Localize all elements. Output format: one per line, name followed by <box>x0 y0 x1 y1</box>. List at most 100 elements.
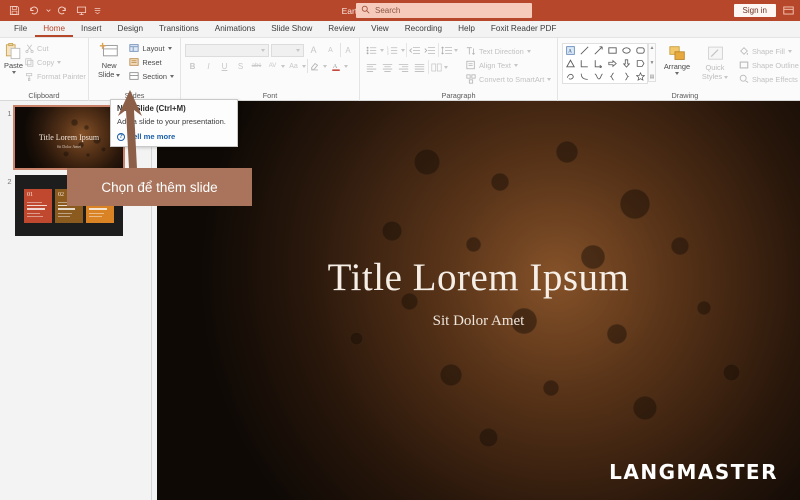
font-size-dropdown-icon[interactable] <box>296 48 300 52</box>
align-right-button[interactable] <box>396 60 411 74</box>
slide-subtitle-text[interactable]: Sit Dolor Amet <box>157 313 800 330</box>
shape-left-brace-icon[interactable] <box>605 70 619 83</box>
bold-button[interactable]: B <box>185 59 200 73</box>
shape-triangle-icon[interactable] <box>563 57 577 70</box>
font-size-input[interactable] <box>271 43 304 57</box>
text-highlight-color-button[interactable] <box>307 59 322 73</box>
shape-scribble-icon[interactable] <box>563 70 577 83</box>
undo-dropdown-icon[interactable] <box>44 2 52 19</box>
decrease-indent-button[interactable] <box>406 43 421 57</box>
tab-foxit-reader-pdf[interactable]: Foxit Reader PDF <box>483 21 565 37</box>
cut-button[interactable]: Cut <box>23 41 88 55</box>
font-name-dropdown-icon[interactable] <box>261 48 265 52</box>
character-spacing-button[interactable]: AV <box>265 59 280 73</box>
tab-transitions[interactable]: Transitions <box>151 21 207 37</box>
change-case-button[interactable]: Aa <box>286 59 301 73</box>
shapes-gallery[interactable]: A <box>562 43 648 84</box>
tab-file[interactable]: File <box>6 21 35 37</box>
text-shadow-button[interactable]: S <box>233 59 248 73</box>
sign-in-button[interactable]: Sign in <box>733 4 776 17</box>
line-spacing-button[interactable] <box>438 43 453 57</box>
shape-fill-dropdown-icon[interactable] <box>787 49 792 53</box>
quick-styles-dropdown-icon[interactable] <box>724 75 729 79</box>
shapes-scroll-up-icon[interactable]: ▲ <box>650 45 655 51</box>
shape-elbow-connector-icon[interactable] <box>577 57 591 70</box>
bullets-dropdown-icon[interactable] <box>380 48 384 52</box>
smartart-dropdown-icon[interactable] <box>547 77 552 81</box>
character-spacing-dropdown-icon[interactable] <box>281 64 285 68</box>
columns-button[interactable] <box>428 60 443 74</box>
shape-oval-icon[interactable] <box>619 44 633 57</box>
section-dropdown-icon[interactable] <box>170 74 174 78</box>
shape-rounded-rectangle-icon[interactable] <box>633 44 647 57</box>
redo-icon[interactable] <box>54 2 71 19</box>
tab-animations[interactable]: Animations <box>207 21 264 37</box>
shape-right-brace-icon[interactable] <box>619 70 633 83</box>
tab-view[interactable]: View <box>363 21 397 37</box>
arrange-button[interactable]: Arrange <box>659 43 695 75</box>
align-center-button[interactable] <box>380 60 395 74</box>
bullets-button[interactable] <box>364 43 379 57</box>
shape-elbow-arrow-icon[interactable] <box>591 57 605 70</box>
shapes-scroll-down-icon[interactable]: ▼ <box>650 60 655 66</box>
increase-font-size-button[interactable]: A <box>306 43 321 57</box>
shape-rectangle-icon[interactable] <box>605 44 619 57</box>
tab-slide-show[interactable]: Slide Show <box>263 21 320 37</box>
clear-formatting-button[interactable]: A <box>340 43 355 57</box>
font-name-input[interactable] <box>185 43 269 57</box>
increase-indent-button[interactable] <box>422 43 437 57</box>
font-color-dropdown-icon[interactable] <box>344 64 348 68</box>
convert-to-smartart-button[interactable]: Convert to SmartArt <box>464 72 553 86</box>
quick-styles-button[interactable]: Quick Styles <box>698 43 732 81</box>
text-direction-button[interactable]: Text Direction <box>464 44 553 58</box>
customize-qat-icon[interactable] <box>92 2 102 19</box>
format-painter-button[interactable]: Format Painter <box>23 69 88 83</box>
current-slide[interactable]: Title Lorem Ipsum Sit Dolor Amet LANGMAS… <box>157 101 800 500</box>
numbering-dropdown-icon[interactable] <box>401 48 405 52</box>
layout-dropdown-icon[interactable] <box>167 46 172 50</box>
tab-help[interactable]: Help <box>450 21 483 37</box>
slide-editing-stage[interactable]: Title Lorem Ipsum Sit Dolor Amet LANGMAS… <box>152 101 800 500</box>
shape-star-icon[interactable] <box>633 70 647 83</box>
shape-outline-button[interactable]: Shape Outline <box>737 58 800 72</box>
paste-button[interactable]: Paste <box>4 40 23 74</box>
align-left-button[interactable] <box>364 60 379 74</box>
tab-insert[interactable]: Insert <box>73 21 109 37</box>
shape-down-arrow-icon[interactable] <box>619 57 633 70</box>
shape-line-icon[interactable] <box>577 44 591 57</box>
slide-title-text[interactable]: Title Lorem Ipsum <box>157 255 800 300</box>
decrease-font-size-button[interactable]: A <box>323 43 338 57</box>
arrange-dropdown-icon[interactable] <box>675 72 679 75</box>
layout-button[interactable]: Layout <box>127 41 176 55</box>
underline-button[interactable]: U <box>217 59 232 73</box>
shapes-gallery-scrollbar[interactable]: ▲ ▼ ▤ <box>648 43 656 82</box>
tab-home[interactable]: Home <box>35 21 74 37</box>
undo-icon[interactable] <box>25 2 42 19</box>
ribbon-display-options-icon[interactable] <box>780 4 796 18</box>
columns-dropdown-icon[interactable] <box>444 65 448 69</box>
tab-design[interactable]: Design <box>110 21 152 37</box>
align-text-dropdown-icon[interactable] <box>513 63 518 67</box>
shape-freeform-icon[interactable] <box>591 70 605 83</box>
change-case-dropdown-icon[interactable] <box>302 64 306 68</box>
shape-arrow-icon[interactable] <box>591 44 605 57</box>
copy-dropdown-icon[interactable] <box>57 60 62 64</box>
shape-textbox-icon[interactable]: A <box>563 44 577 57</box>
tab-review[interactable]: Review <box>320 21 363 37</box>
search-input[interactable]: Search <box>356 3 532 18</box>
text-direction-dropdown-icon[interactable] <box>526 49 531 53</box>
italic-button[interactable]: I <box>201 59 216 73</box>
copy-button[interactable]: Copy <box>23 55 88 69</box>
shape-fill-button[interactable]: Shape Fill <box>737 44 800 58</box>
save-icon[interactable] <box>6 2 23 19</box>
strikethrough-button[interactable]: abc <box>249 59 264 73</box>
justify-button[interactable] <box>412 60 427 74</box>
align-text-button[interactable]: Align Text <box>464 58 553 72</box>
highlight-dropdown-icon[interactable] <box>323 64 327 68</box>
numbering-button[interactable]: 123 <box>385 43 400 57</box>
shape-effects-button[interactable]: Shape Effects <box>737 72 800 86</box>
tab-recording[interactable]: Recording <box>397 21 450 37</box>
start-presentation-icon[interactable] <box>73 2 90 19</box>
paste-dropdown-icon[interactable] <box>11 71 16 74</box>
shape-pentagon-icon[interactable] <box>633 57 647 70</box>
